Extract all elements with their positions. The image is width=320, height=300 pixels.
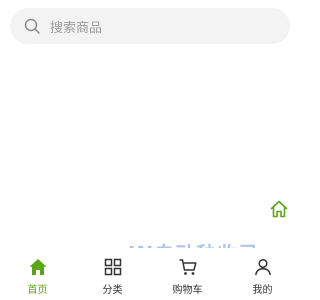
floating-home-button[interactable]	[268, 200, 290, 222]
search-icon	[22, 16, 42, 36]
tab-cart-label: 购物车	[172, 285, 203, 296]
user-icon	[252, 256, 274, 278]
search-placeholder: 搜索商品	[50, 20, 103, 36]
search-bar[interactable]: 搜索商品	[10, 8, 290, 44]
tab-profile-label: 我的	[252, 285, 273, 296]
tab-home-label: 首页	[27, 285, 48, 296]
tab-category[interactable]: 分类	[75, 248, 150, 300]
tab-profile[interactable]: 我的	[225, 248, 300, 300]
home-icon	[27, 256, 49, 278]
home-outline-icon	[269, 199, 289, 223]
cart-icon	[177, 256, 199, 278]
tab-category-label: 分类	[102, 285, 123, 296]
tab-home[interactable]: 首页	[0, 248, 75, 300]
grid-icon	[102, 256, 124, 278]
tab-cart[interactable]: 购物车	[150, 248, 225, 300]
bottom-tab-bar: 首页 分类 购物车 我的	[0, 248, 300, 300]
